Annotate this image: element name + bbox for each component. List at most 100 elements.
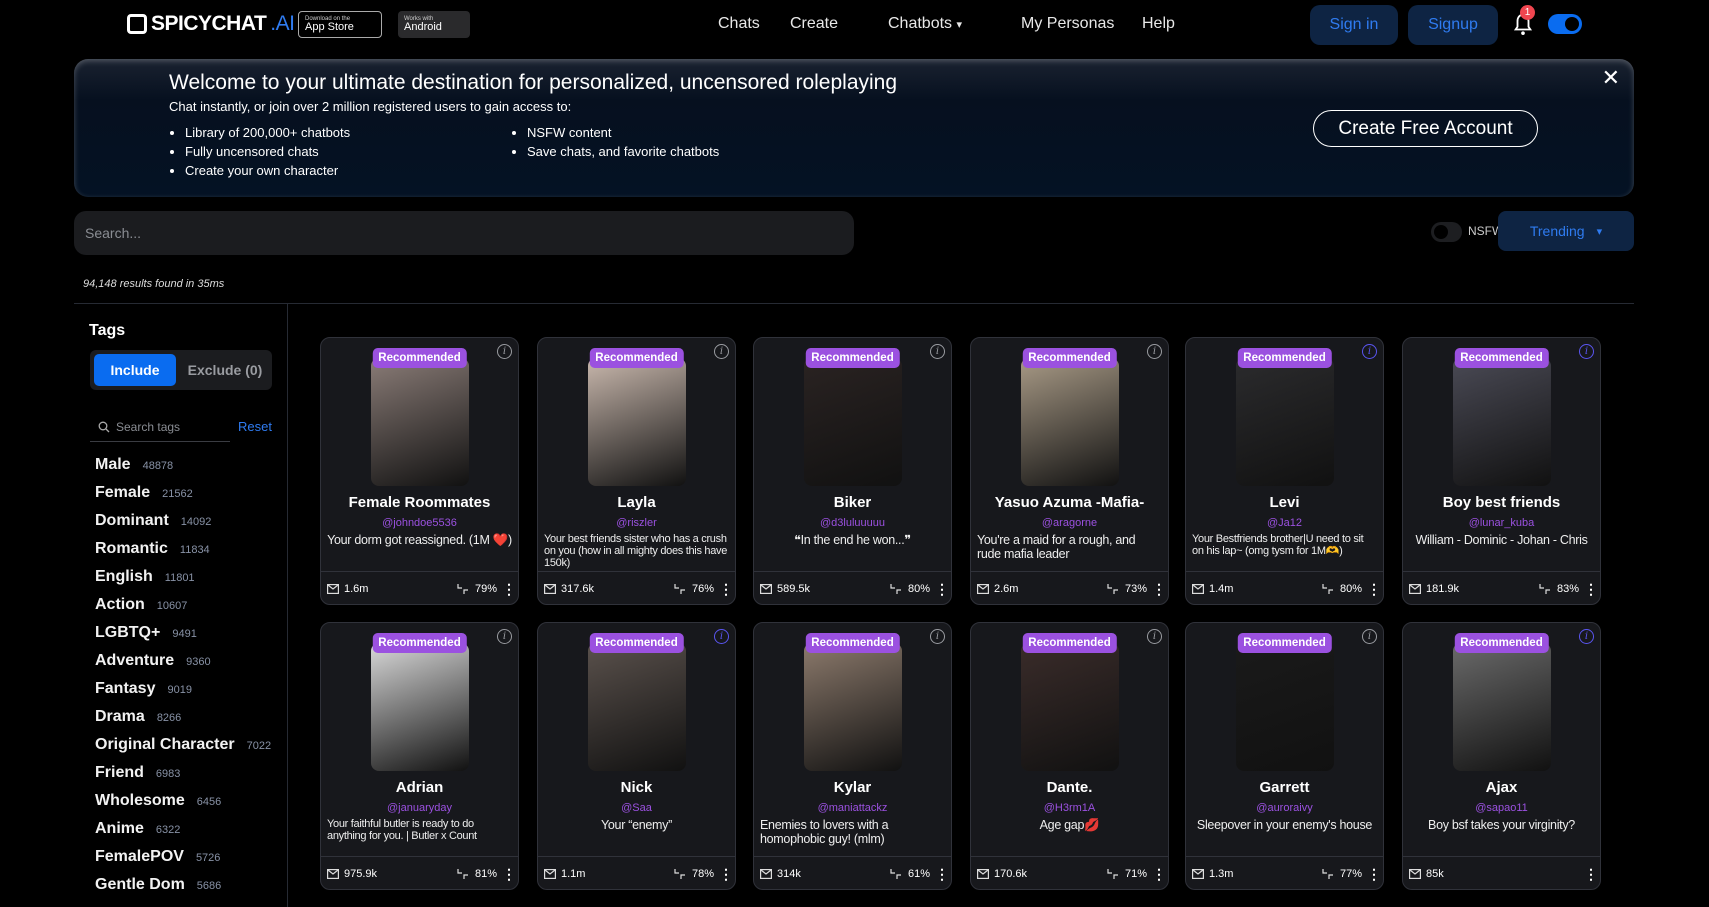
chatbot-card[interactable]: Recommended i Biker @d3luluuuuu ❝In the …	[753, 337, 952, 605]
welcome-banner: Welcome to your ultimate destination for…	[74, 59, 1634, 197]
creator-handle[interactable]: @sapao11	[1403, 802, 1600, 814]
info-icon[interactable]: i	[1147, 629, 1162, 644]
tag-item[interactable]: Anime 6322	[95, 820, 271, 848]
creator-handle[interactable]: @Ja12	[1186, 517, 1383, 529]
chatbot-card[interactable]: Recommended i Boy best friends @lunar_ku…	[1402, 337, 1601, 605]
info-icon[interactable]: i	[1147, 344, 1162, 359]
info-icon[interactable]: i	[1579, 344, 1594, 359]
character-description: Your faithful butler is ready to do anyt…	[327, 818, 477, 842]
tag-name: Female	[95, 484, 151, 501]
more-options-icon[interactable]: ⋮	[1367, 866, 1381, 883]
spicychat-logo[interactable]: SPICYCHAT .AI	[127, 12, 295, 36]
creator-handle[interactable]: @lunar_kuba	[1403, 517, 1600, 529]
more-options-icon[interactable]: ⋮	[1584, 581, 1598, 598]
more-options-icon[interactable]: ⋮	[719, 581, 733, 598]
creator-handle[interactable]: @d3luluuuuu	[754, 517, 951, 529]
character-description: Age gap💋	[1039, 818, 1100, 832]
chatbot-card[interactable]: Recommended i Levi @Ja12 Your Bestfriend…	[1185, 337, 1384, 605]
info-icon[interactable]: i	[1362, 629, 1377, 644]
nav-chats[interactable]: Chats	[718, 15, 760, 33]
tag-item[interactable]: Wholesome 6456	[95, 792, 271, 820]
more-options-icon[interactable]: ⋮	[1152, 866, 1166, 883]
close-icon[interactable]: ✕	[1602, 65, 1620, 91]
info-icon[interactable]: i	[930, 344, 945, 359]
chatbot-card[interactable]: Recommended i Kylar @maniattackz Enemies…	[753, 622, 952, 890]
reset-link[interactable]: Reset	[238, 419, 272, 434]
info-icon[interactable]: i	[1579, 629, 1594, 644]
info-icon[interactable]: i	[714, 629, 729, 644]
creator-handle[interactable]: @maniattackz	[754, 802, 951, 814]
exclude-tab[interactable]: Exclude (0)	[182, 354, 268, 386]
tag-item[interactable]: Original Character 7022	[95, 736, 271, 764]
creator-handle[interactable]: @auroraivy	[1186, 802, 1383, 814]
chatbot-card[interactable]: Recommended i Garrett @auroraivy Sleepov…	[1185, 622, 1384, 890]
nav-help[interactable]: Help	[1142, 15, 1175, 33]
more-options-icon[interactable]: ⋮	[1584, 866, 1598, 883]
tag-item[interactable]: Gentle Dom 5686	[95, 876, 271, 904]
info-icon[interactable]: i	[930, 629, 945, 644]
tag-item[interactable]: LGBTQ+ 9491	[95, 624, 271, 652]
info-icon[interactable]: i	[497, 629, 512, 644]
creator-handle[interactable]: @johndoe5536	[321, 517, 518, 529]
more-options-icon[interactable]: ⋮	[502, 866, 516, 883]
chat-count: 85k	[1426, 868, 1444, 880]
tag-item[interactable]: Dominant 14092	[95, 512, 271, 540]
nsfw-toggle[interactable]	[1431, 222, 1462, 242]
theme-toggle[interactable]	[1548, 14, 1582, 34]
more-options-icon[interactable]: ⋮	[1367, 581, 1381, 598]
more-options-icon[interactable]: ⋮	[1152, 581, 1166, 598]
more-options-icon[interactable]: ⋮	[935, 581, 949, 598]
tag-item[interactable]: Action 10607	[95, 596, 271, 624]
tag-name: Adventure	[95, 652, 175, 669]
nav-my-personas[interactable]: My Personas	[1021, 15, 1114, 33]
include-tab[interactable]: Include	[94, 354, 176, 386]
card-footer: 314k 61% ⋮	[754, 856, 951, 889]
search-input[interactable]	[74, 211, 854, 255]
tag-item[interactable]: English 11801	[95, 568, 271, 596]
nav-create[interactable]: Create	[790, 15, 838, 33]
chatbot-card[interactable]: Recommended i Ajax @sapao11 Boy bsf take…	[1402, 622, 1601, 890]
tag-item[interactable]: Adventure 9360	[95, 652, 271, 680]
app-store-button[interactable]: Download on the App Store	[298, 11, 382, 38]
tag-item[interactable]: Friend 6983	[95, 764, 271, 792]
notification-badge: 1	[1520, 5, 1535, 20]
info-icon[interactable]: i	[497, 344, 512, 359]
creator-handle[interactable]: @H3rm1A	[971, 802, 1168, 814]
rating: 80%	[1339, 583, 1362, 595]
chatbot-card[interactable]: Recommended i Female Roommates @johndoe5…	[320, 337, 519, 605]
signup-button[interactable]: Signup	[1408, 5, 1498, 45]
sort-dropdown[interactable]: Trending ▾	[1498, 211, 1634, 251]
chatbot-card[interactable]: Recommended i Nick @Saa Your “enemy” 1.1…	[537, 622, 736, 890]
message-icon	[1192, 584, 1204, 594]
info-icon[interactable]: i	[714, 344, 729, 359]
creator-handle[interactable]: @januaryday	[321, 802, 518, 814]
chatbot-card[interactable]: Recommended i Adrian @januaryday Your fa…	[320, 622, 519, 890]
more-options-icon[interactable]: ⋮	[502, 581, 516, 598]
creator-handle[interactable]: @aragorne	[971, 517, 1168, 529]
info-icon[interactable]: i	[1362, 344, 1377, 359]
tag-name: Male	[95, 456, 131, 473]
character-avatar	[804, 358, 902, 486]
tag-item[interactable]: Romantic 11834	[95, 540, 271, 568]
chatbot-card[interactable]: Recommended i Yasuo Azuma -Mafia- @arago…	[970, 337, 1169, 605]
chatbot-card[interactable]: Recommended i Layla @riszler Your best f…	[537, 337, 736, 605]
tag-count: 21562	[162, 488, 193, 500]
character-description: ❝In the end he won...❞	[794, 533, 911, 547]
tag-name: Action	[95, 596, 145, 613]
tag-item[interactable]: Drama 8266	[95, 708, 271, 736]
more-options-icon[interactable]: ⋮	[719, 866, 733, 883]
sign-in-button[interactable]: Sign in	[1310, 5, 1398, 45]
chatbot-card[interactable]: Recommended i Dante. @H3rm1A Age gap💋 17…	[970, 622, 1169, 890]
nav-chatbots[interactable]: Chatbots ▾	[888, 15, 962, 33]
tag-item[interactable]: Male 48878	[95, 456, 271, 484]
creator-handle[interactable]: @Saa	[538, 802, 735, 814]
tag-item[interactable]: Fantasy 9019	[95, 680, 271, 708]
tag-count: 5726	[195, 852, 221, 864]
android-button[interactable]: Works with Android	[398, 11, 470, 38]
create-free-account-button[interactable]: Create Free Account	[1313, 110, 1538, 147]
creator-handle[interactable]: @riszler	[538, 517, 735, 529]
tag-search-input[interactable]: Search tags	[90, 412, 230, 442]
tag-item[interactable]: Female 21562	[95, 484, 271, 512]
tag-item[interactable]: FemalePOV 5726	[95, 848, 271, 876]
more-options-icon[interactable]: ⋮	[935, 866, 949, 883]
